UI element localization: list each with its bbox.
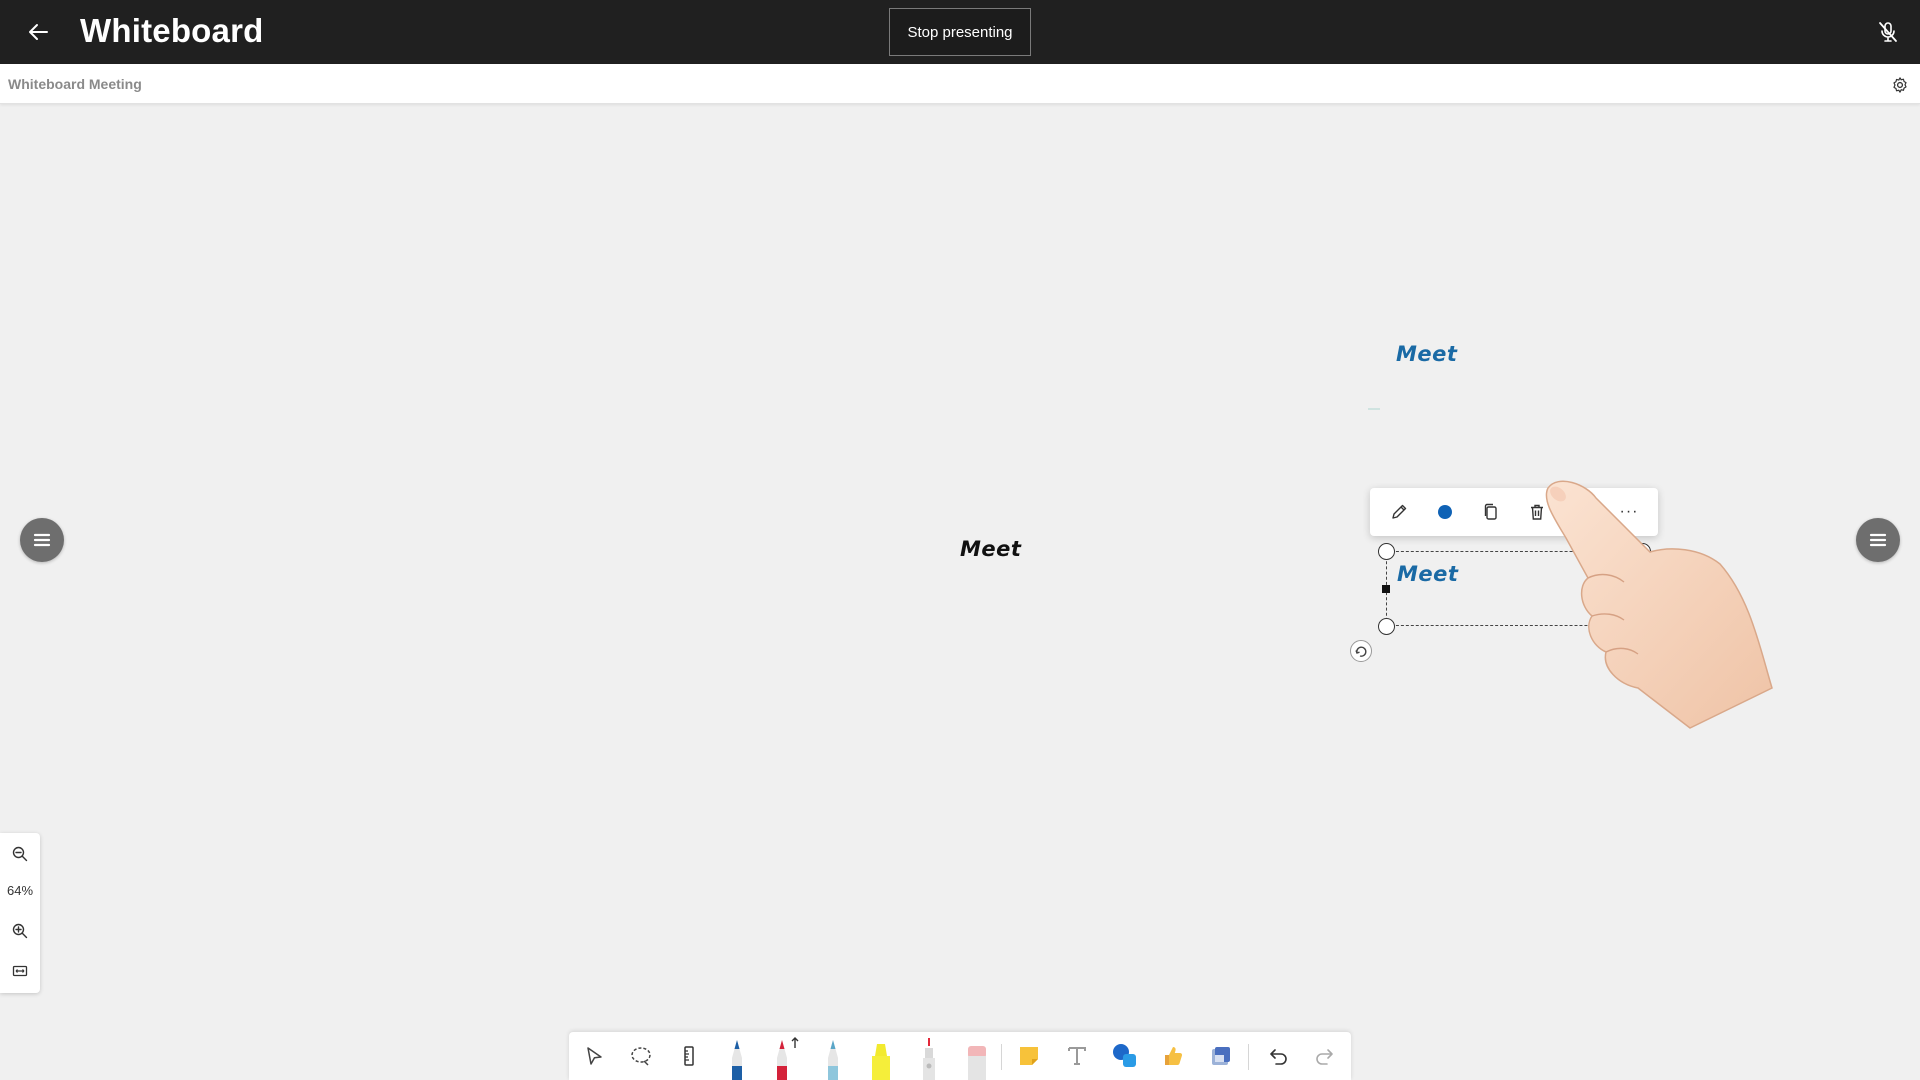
lasso-icon [631, 1047, 651, 1066]
templates-icon [1212, 1047, 1230, 1065]
back-button[interactable] [20, 14, 56, 50]
fit-screen-icon [12, 965, 28, 977]
pencil-icon [1392, 504, 1407, 519]
zoom-panel: 64% [0, 833, 40, 993]
toolbar-divider [1001, 1044, 1002, 1070]
mic-off-icon [1879, 22, 1897, 42]
edit-button[interactable] [1381, 494, 1417, 530]
blue-pen-tool[interactable] [717, 1032, 757, 1080]
highlighter-icon [872, 1044, 890, 1080]
lasso-tool[interactable] [621, 1032, 661, 1080]
pointing-hand-illustration [1545, 480, 1773, 729]
laser-pointer-tool[interactable] [909, 1032, 949, 1080]
sticky-note-tool[interactable] [1009, 1032, 1049, 1080]
ruler-icon [684, 1046, 694, 1066]
laser-pointer-icon [923, 1038, 935, 1080]
canvas-text-meet-selected[interactable]: Meet [1397, 562, 1458, 586]
reactions-tool[interactable] [1153, 1032, 1193, 1080]
settings-button[interactable] [1887, 72, 1913, 98]
meeting-name: Whiteboard Meeting [8, 76, 142, 92]
app-title: Whiteboard [80, 12, 264, 49]
rotate-icon [1355, 646, 1367, 657]
blue-pen-icon [732, 1040, 742, 1080]
rotate-handle[interactable] [1350, 640, 1372, 662]
tools-bar [569, 1032, 1351, 1080]
copy-button[interactable] [1473, 494, 1509, 530]
canvas-text-meet-center[interactable]: Meet [960, 537, 1021, 561]
top-bar: Whiteboard Stop presenting [0, 0, 1920, 64]
copy-icon [1484, 503, 1497, 520]
stop-presenting-button[interactable]: Stop presenting [889, 8, 1031, 56]
text-tool[interactable] [1057, 1032, 1097, 1080]
shapes-tool[interactable] [1105, 1032, 1145, 1080]
resize-handle-left[interactable] [1382, 585, 1390, 593]
redo-icon [1316, 1049, 1333, 1065]
meeting-header: Whiteboard Meeting [0, 64, 1920, 104]
zoom-in-button[interactable] [6, 917, 34, 945]
light-blue-pen-tool[interactable] [813, 1032, 853, 1080]
mic-toggle-button[interactable] [1870, 14, 1906, 50]
zoom-out-button[interactable] [6, 840, 34, 868]
ruler-tool[interactable] [669, 1032, 709, 1080]
color-button[interactable] [1427, 494, 1463, 530]
templates-tool[interactable] [1201, 1032, 1241, 1080]
zoom-out-icon [12, 846, 28, 862]
sticky-note-icon [1020, 1047, 1038, 1065]
right-menu-button[interactable] [1856, 518, 1900, 562]
light-blue-pen-icon [828, 1040, 838, 1080]
arrow-left-icon [29, 24, 48, 40]
undo-icon [1270, 1049, 1287, 1065]
red-pen-icon [777, 1037, 799, 1080]
left-menu-button[interactable] [20, 518, 64, 562]
eraser-icon [968, 1046, 986, 1080]
select-tool[interactable] [574, 1032, 614, 1080]
undo-button[interactable] [1258, 1032, 1298, 1080]
zoom-level: 64% [6, 883, 34, 898]
shapes-icon [1113, 1044, 1136, 1067]
hamburger-icon [1869, 533, 1887, 547]
resize-handle-bottom-left[interactable] [1378, 618, 1395, 635]
redo-button[interactable] [1305, 1032, 1345, 1080]
zoom-in-icon [12, 923, 28, 939]
thumbs-up-icon [1165, 1047, 1183, 1065]
highlighter-tool[interactable] [861, 1032, 901, 1080]
color-dot-icon [1438, 505, 1452, 519]
toolbar-divider [1248, 1044, 1249, 1070]
canvas-small-mark [1368, 408, 1380, 410]
resize-handle-top-left[interactable] [1378, 543, 1395, 560]
gear-icon [1893, 77, 1907, 93]
red-pen-tool[interactable] [765, 1032, 805, 1080]
hamburger-icon [33, 533, 51, 547]
canvas-text-meet-top[interactable]: Meet [1396, 342, 1457, 366]
text-icon [1068, 1047, 1086, 1065]
fit-to-screen-button[interactable] [6, 957, 34, 985]
eraser-tool[interactable] [957, 1032, 997, 1080]
select-arrow-icon [587, 1047, 602, 1065]
